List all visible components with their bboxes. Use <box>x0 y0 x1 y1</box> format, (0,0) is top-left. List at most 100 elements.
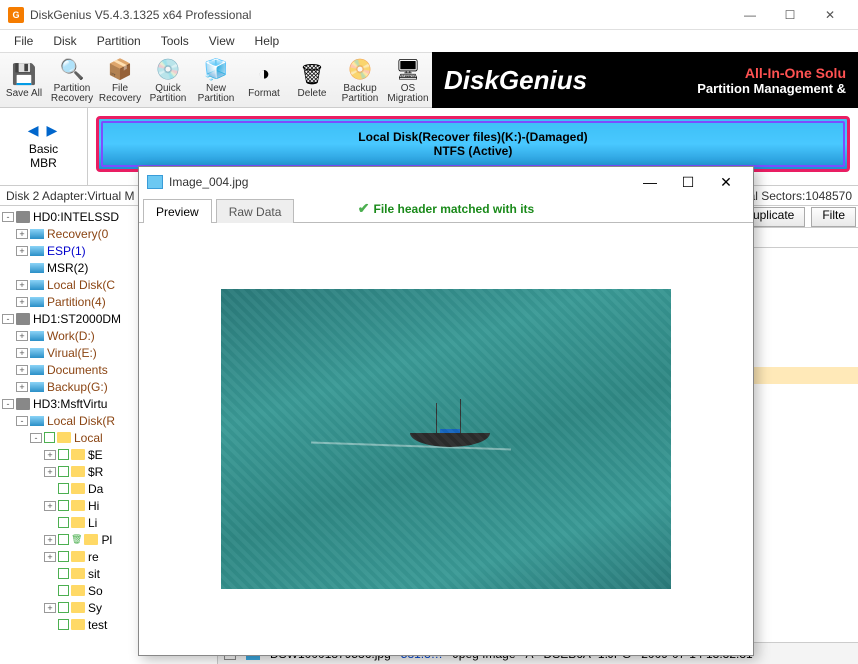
expand-icon[interactable]: + <box>16 280 28 290</box>
checkbox[interactable] <box>58 500 69 511</box>
tool-partition-recovery[interactable]: 🔍Partition Recovery <box>48 53 96 107</box>
checkbox[interactable] <box>58 551 69 562</box>
expand-icon[interactable]: + <box>16 382 28 392</box>
tool-icon: 💾 <box>11 62 37 88</box>
tree-label: Hi <box>88 499 99 513</box>
app-icon: G <box>8 7 24 23</box>
fold-icon <box>71 483 85 494</box>
fold-icon <box>71 449 85 460</box>
fold-icon <box>71 551 85 562</box>
minimize-button[interactable]: — <box>730 1 770 29</box>
tree-label: ESP(1) <box>47 244 86 258</box>
expand-icon[interactable]: + <box>44 467 56 477</box>
checkmark-icon: ✔ <box>358 200 370 217</box>
banner-line2: Partition Management & <box>697 81 846 96</box>
checkbox[interactable] <box>58 466 69 477</box>
tool-os-migration[interactable]: 🖥OS Migration <box>384 53 432 107</box>
preview-image <box>221 289 671 589</box>
status-right: tal Sectors:1048570 <box>745 189 852 203</box>
checkbox[interactable] <box>58 483 69 494</box>
expand-icon[interactable]: - <box>30 433 42 443</box>
tree-label: HD1:ST2000DM <box>33 312 121 326</box>
menu-help[interactable]: Help <box>247 32 288 50</box>
checkbox[interactable] <box>58 449 69 460</box>
tool-new-partition[interactable]: 🧊New Partition <box>192 53 240 107</box>
preview-minimize-button[interactable]: — <box>631 169 669 195</box>
tree-label: Local Disk(R <box>47 414 115 428</box>
preview-maximize-button[interactable]: ☐ <box>669 169 707 195</box>
part-icon <box>30 280 44 290</box>
expand-icon[interactable]: - <box>2 314 14 324</box>
tool-save-all[interactable]: 💾Save All <box>0 53 48 107</box>
preview-close-button[interactable]: ✕ <box>707 169 745 195</box>
tool-backup-partition[interactable]: 📀Backup Partition <box>336 53 384 107</box>
menu-tools[interactable]: Tools <box>153 32 197 50</box>
expand-icon[interactable]: + <box>44 450 56 460</box>
trash-icon: 🗑 <box>71 534 82 545</box>
checkbox[interactable] <box>58 517 69 528</box>
tool-file-recovery[interactable]: 📦File Recovery <box>96 53 144 107</box>
disk-nav[interactable]: ◀ ▶ BasicMBR <box>0 108 88 185</box>
tool-label: Delete <box>298 89 327 99</box>
expand-icon[interactable]: + <box>16 297 28 307</box>
tree-label: Work(D:) <box>47 329 95 343</box>
part-icon <box>30 229 44 239</box>
tool-delete[interactable]: 🗑Delete <box>288 53 336 107</box>
checkbox[interactable] <box>58 568 69 579</box>
expand-icon[interactable]: + <box>16 331 28 341</box>
tool-icon: ◑ <box>251 62 277 88</box>
menu-partition[interactable]: Partition <box>89 32 149 50</box>
expand-icon[interactable]: - <box>16 416 28 426</box>
checkbox[interactable] <box>58 534 69 545</box>
tree-label: Li <box>88 516 97 530</box>
tree-label: Backup(G:) <box>47 380 108 394</box>
expand-icon[interactable]: + <box>16 246 28 256</box>
expand-icon[interactable]: + <box>44 552 56 562</box>
expand-icon[interactable]: + <box>44 501 56 511</box>
part-icon <box>30 246 44 256</box>
tool-quick-partition[interactable]: 💿Quick Partition <box>144 53 192 107</box>
toolbar: 💾Save All🔍Partition Recovery📦File Recove… <box>0 52 858 108</box>
expand-icon[interactable]: + <box>16 365 28 375</box>
checkbox[interactable] <box>58 602 69 613</box>
disk-scheme-label: MBR <box>30 156 57 170</box>
checkbox[interactable] <box>58 619 69 630</box>
filter-button[interactable]: Filte <box>811 207 856 227</box>
tool-format[interactable]: ◑Format <box>240 53 288 107</box>
checkbox[interactable] <box>44 432 55 443</box>
tool-label: New Partition <box>192 84 240 104</box>
tree-label: HD3:MsftVirtu <box>33 397 107 411</box>
tab-preview[interactable]: Preview <box>143 199 212 223</box>
fold-icon <box>71 585 85 596</box>
tree-label: Virual(E:) <box>47 346 97 360</box>
maximize-button[interactable]: ☐ <box>770 1 810 29</box>
expand-icon[interactable]: + <box>16 348 28 358</box>
tree-label: Local <box>74 431 103 445</box>
part-icon <box>30 365 44 375</box>
tool-icon: 🗑 <box>299 62 325 88</box>
menu-file[interactable]: File <box>6 32 41 50</box>
preview-body <box>139 223 753 655</box>
fold-icon <box>71 517 85 528</box>
tree-label: Documents <box>47 363 108 377</box>
tool-icon: 📀 <box>347 57 373 83</box>
expand-icon[interactable]: + <box>44 535 56 545</box>
close-button[interactable]: ✕ <box>810 1 850 29</box>
expand-icon[interactable]: - <box>2 212 14 222</box>
checkbox[interactable] <box>58 585 69 596</box>
part-icon <box>30 348 44 358</box>
tree-label: $E <box>88 448 103 462</box>
tool-icon: 🖥 <box>395 57 421 83</box>
tool-label: Quick Partition <box>144 84 192 104</box>
part-icon <box>30 331 44 341</box>
expand-icon[interactable]: + <box>16 229 28 239</box>
tab-raw-data[interactable]: Raw Data <box>216 199 295 223</box>
expand-icon[interactable]: - <box>2 399 14 409</box>
menu-disk[interactable]: Disk <box>45 32 84 50</box>
tool-icon: 📦 <box>107 57 133 83</box>
menu-view[interactable]: View <box>201 32 243 50</box>
expand-icon[interactable]: + <box>44 603 56 613</box>
partition-name: Local Disk(Recover files)(K:)-(Damaged) <box>358 130 587 144</box>
nav-arrows-icon[interactable]: ◀ ▶ <box>28 122 59 139</box>
tree-label: $R <box>88 465 103 479</box>
